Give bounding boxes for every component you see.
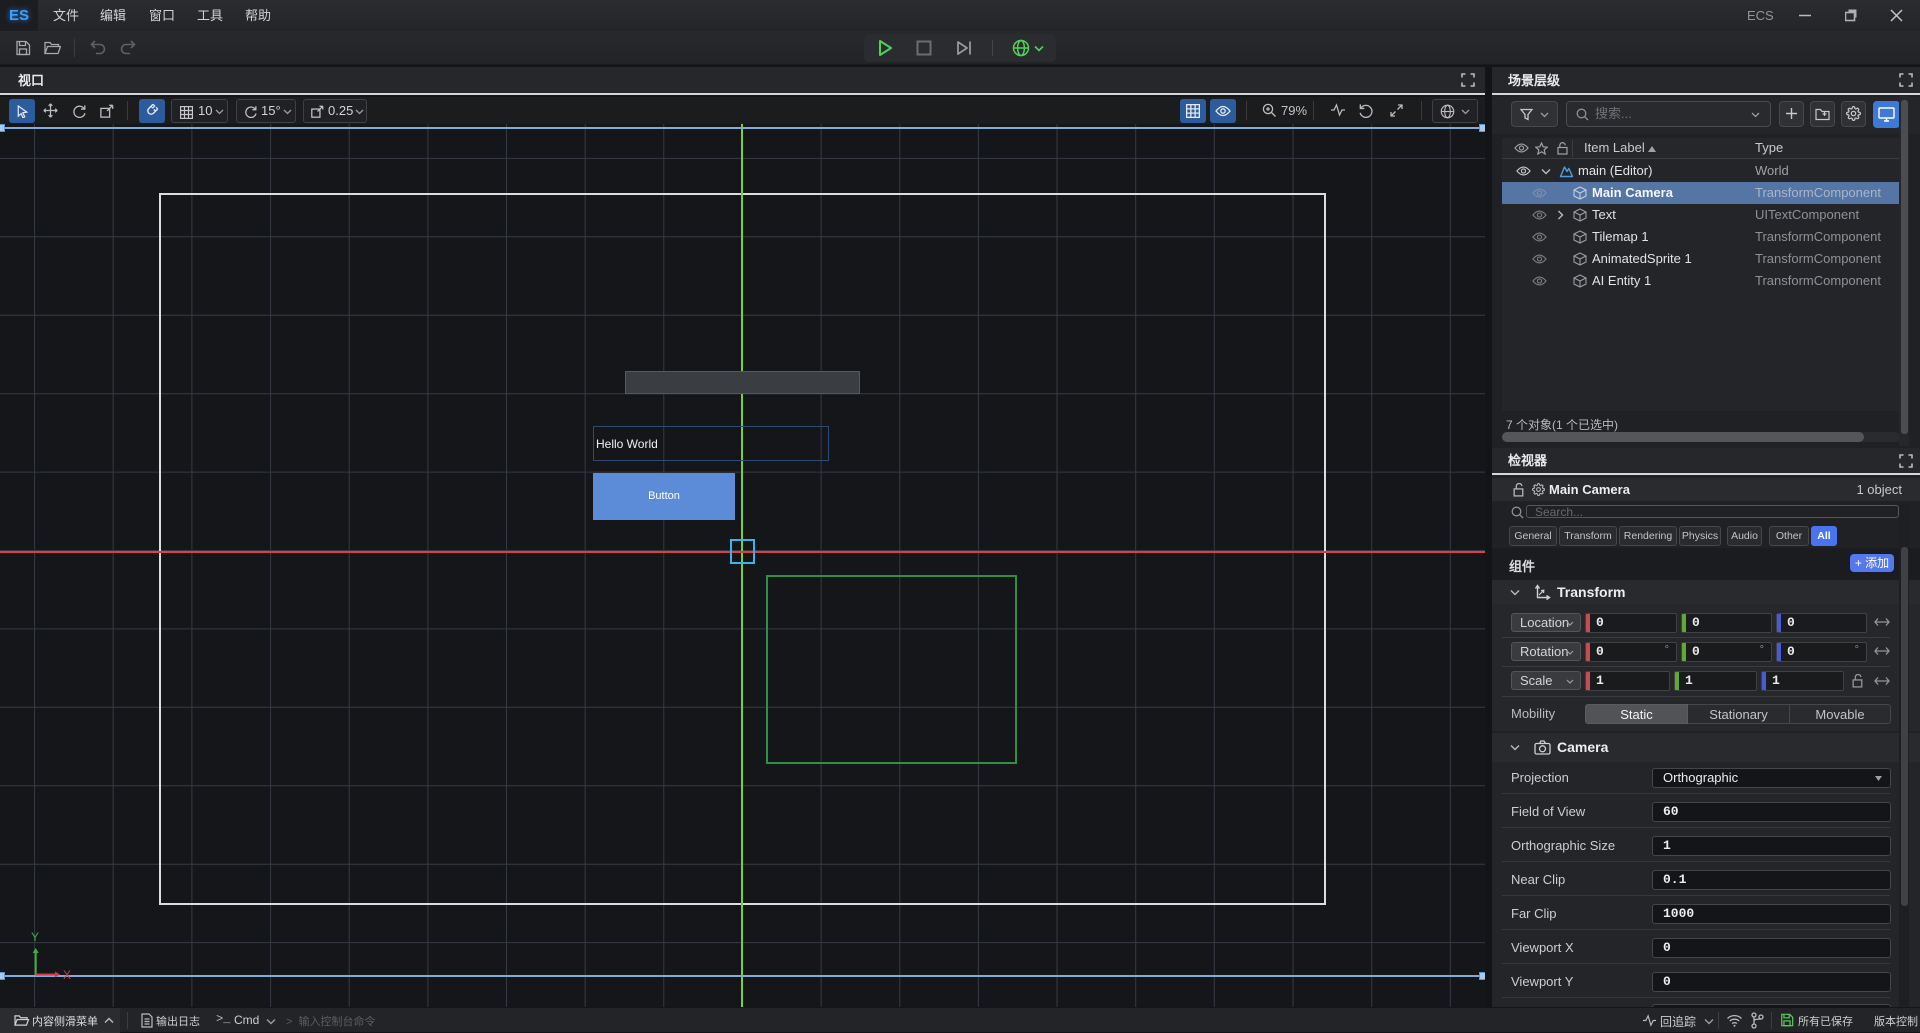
svg-text:Y: Y — [31, 930, 39, 944]
svg-text:X: X — [63, 968, 71, 979]
